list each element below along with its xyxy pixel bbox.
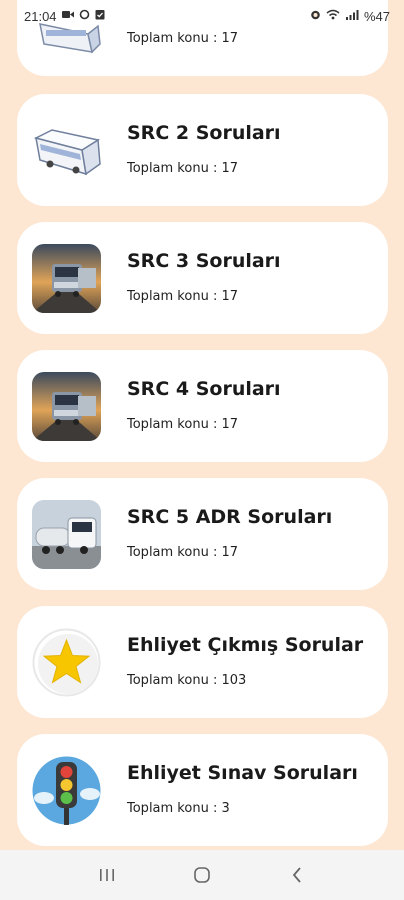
- bus-icon: [32, 116, 101, 185]
- home-icon[interactable]: [182, 855, 222, 895]
- category-card-src2[interactable]: SRC 2 Soruları Toplam konu : 17: [17, 94, 388, 206]
- category-list: Toplam konu : 17 SRC 2 Soruları Toplam k…: [0, 0, 404, 850]
- card-subtitle: Toplam konu : 103: [127, 673, 247, 688]
- card-title: SRC 2 Soruları: [127, 122, 281, 144]
- category-card-src5-adr[interactable]: SRC 5 ADR Soruları Toplam konu : 17: [17, 478, 388, 590]
- star-icon: [32, 628, 101, 697]
- category-card-src4[interactable]: SRC 4 Soruları Toplam konu : 17: [17, 350, 388, 462]
- category-card-cikmis-sorular[interactable]: Ehliyet Çıkmış Sorular Toplam konu : 103: [17, 606, 388, 718]
- card-title: Ehliyet Çıkmış Sorular: [127, 634, 364, 656]
- battery-level: %47: [363, 8, 390, 24]
- video-icon: [61, 10, 74, 22]
- card-subtitle: Toplam konu : 17: [127, 31, 238, 46]
- card-subtitle: Toplam konu : 17: [127, 545, 238, 560]
- recents-icon[interactable]: [87, 855, 127, 895]
- clock: 21:04: [24, 8, 57, 24]
- card-title: SRC 3 Soruları: [127, 250, 281, 272]
- card-subtitle: Toplam konu : 17: [127, 161, 238, 176]
- truck-photo-icon: [32, 244, 101, 313]
- traffic-light-icon: [32, 756, 101, 825]
- status-bar: 21:04 %47: [0, 0, 404, 32]
- card-subtitle: Toplam konu : 17: [127, 289, 238, 304]
- sync-icon: [79, 9, 90, 23]
- category-card-sinav-sorulari[interactable]: Ehliyet Sınav Soruları Toplam konu : 3: [17, 734, 388, 846]
- wifi-icon: [326, 9, 340, 23]
- category-card-src3[interactable]: SRC 3 Soruları Toplam konu : 17: [17, 222, 388, 334]
- card-title: SRC 5 ADR Soruları: [127, 506, 333, 528]
- tanker-truck-icon: [32, 500, 101, 569]
- back-icon[interactable]: [277, 855, 317, 895]
- card-title: SRC 4 Soruları: [127, 378, 281, 400]
- alarm-icon: [310, 9, 321, 23]
- card-subtitle: Toplam konu : 17: [127, 417, 238, 432]
- system-navigation-bar: [0, 850, 404, 900]
- card-subtitle: Toplam konu : 3: [127, 801, 230, 816]
- card-title: Ehliyet Sınav Soruları: [127, 762, 358, 784]
- truck-photo-icon: [32, 372, 101, 441]
- signal-icon: [345, 9, 359, 23]
- clipboard-icon: [95, 9, 105, 23]
